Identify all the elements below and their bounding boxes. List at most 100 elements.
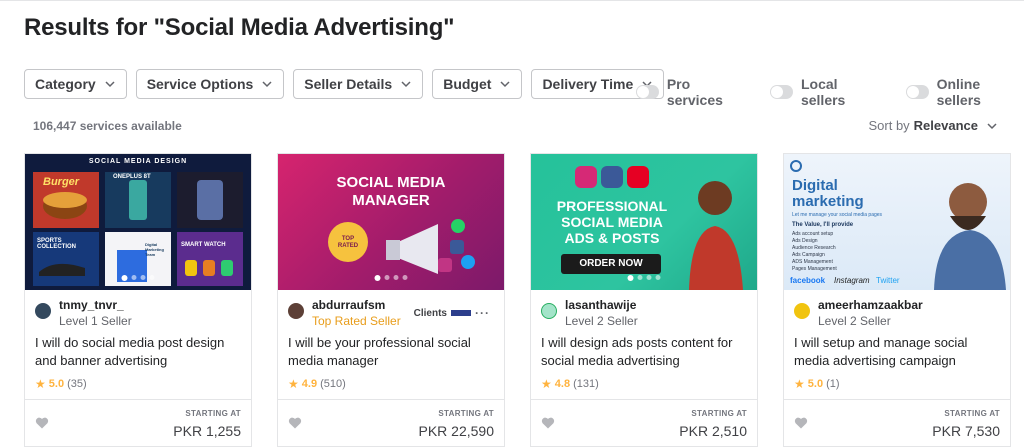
- thumb-text: TOP: [341, 236, 355, 242]
- gig-thumbnail[interactable]: SOCIAL MEDIA DESIGN Burger ONEPLUS 8T SP…: [25, 154, 251, 290]
- heart-icon[interactable]: [35, 416, 49, 430]
- gig-card[interactable]: Digital marketing Let me manage your soc…: [783, 153, 1011, 447]
- star-icon: ★: [541, 377, 552, 391]
- seller-info: abdurraufsm Top Rated Seller: [288, 298, 401, 328]
- star-icon: ★: [35, 377, 46, 391]
- seller-info: lasanthawije Level 2 Seller: [541, 298, 638, 328]
- rating-value: 4.8: [554, 378, 571, 390]
- thumb-text: Audience Research: [792, 245, 836, 251]
- clients-label: Clients: [413, 307, 447, 319]
- gig-footer: STARTING AT PKR 2,510: [531, 399, 757, 447]
- gig-title[interactable]: I will design ads posts content for soci…: [541, 334, 746, 370]
- thumb-text: ORDER NOW: [579, 258, 643, 269]
- carousel-dots[interactable]: [121, 275, 155, 281]
- sort-value: Relevance: [913, 118, 978, 133]
- heart-icon[interactable]: [794, 416, 808, 430]
- thumb-text: ADS Management: [792, 259, 833, 265]
- filter-label: Delivery Time: [542, 76, 634, 92]
- rating-value: 5.0: [48, 378, 65, 390]
- gig-rating: ★ 4.9 (510): [288, 377, 346, 391]
- filter-service-options[interactable]: Service Options: [135, 69, 285, 99]
- more-icon[interactable]: ···: [475, 306, 490, 320]
- heart-icon[interactable]: [541, 416, 555, 430]
- sort-dropdown[interactable]: Sort by Relevance: [868, 118, 998, 133]
- chevron-down-icon: [401, 81, 411, 88]
- toggle-local-sellers[interactable]: Local sellers: [770, 76, 882, 108]
- toggle-online-sellers[interactable]: Online sellers: [905, 76, 1024, 108]
- heart-icon[interactable]: [288, 416, 302, 430]
- carousel-dots[interactable]: [627, 275, 661, 281]
- rating-value: 4.9: [301, 378, 318, 390]
- gig-card[interactable]: SOCIAL MEDIA DESIGN Burger ONEPLUS 8T SP…: [24, 153, 252, 447]
- rating-value: 5.0: [807, 378, 824, 390]
- seller-name[interactable]: abdurraufsm: [312, 298, 401, 312]
- gig-price[interactable]: PKR 7,530: [932, 423, 1000, 439]
- filter-label: Seller Details: [304, 76, 393, 92]
- gig-title[interactable]: I will do social media post design and b…: [35, 334, 240, 370]
- gig-title[interactable]: I will setup and manage social media adv…: [794, 334, 999, 370]
- seller-level: Top Rated Seller: [312, 314, 401, 328]
- toggle-group: Pro services Local sellers Online seller…: [636, 76, 1024, 108]
- gig-footer: STARTING AT PKR 7,530: [784, 399, 1010, 447]
- thumb-text: ADS & POSTS: [564, 230, 660, 246]
- thumb-header: SOCIAL MEDIA DESIGN: [88, 158, 188, 165]
- seller-info: tnmy_tnvr_ Level 1 Seller: [35, 298, 132, 328]
- thumb-text: Instagram: [834, 276, 870, 285]
- avatar[interactable]: [794, 303, 810, 319]
- filter-category[interactable]: Category: [24, 69, 127, 99]
- review-count: (510): [320, 378, 346, 390]
- thumb-text: Digital: [792, 177, 838, 194]
- gig-price[interactable]: PKR 22,590: [419, 423, 495, 439]
- gig-card[interactable]: SOCIAL MEDIA MANAGER TOP RATED abdurrauf…: [277, 153, 505, 447]
- gig-price[interactable]: PKR 1,255: [173, 423, 241, 439]
- toggle-switch[interactable]: [905, 85, 929, 99]
- review-count: (35): [67, 378, 87, 390]
- filter-bar: Category Service Options Seller Details …: [24, 69, 665, 99]
- thumb-text: SMART WATCH: [181, 242, 226, 248]
- top-divider: [0, 0, 1024, 1]
- seller-name[interactable]: tnmy_tnvr_: [59, 298, 132, 312]
- thumb-text: Ads Campaign: [792, 252, 825, 258]
- thumb-text: Digital Marketing Team: [145, 242, 164, 257]
- chevron-down-icon: [105, 81, 115, 88]
- thumb-text: Let me manage your social media pages: [792, 212, 883, 218]
- seller-name[interactable]: lasanthawije: [565, 298, 638, 312]
- thumb-text: Ads account setup: [792, 231, 834, 237]
- star-icon: ★: [794, 377, 805, 391]
- seller-name[interactable]: ameerhamzaakbar: [818, 298, 923, 312]
- gig-grid: SOCIAL MEDIA DESIGN Burger ONEPLUS 8T SP…: [24, 153, 1011, 447]
- avatar[interactable]: [288, 303, 304, 319]
- filter-budget[interactable]: Budget: [432, 69, 523, 99]
- gig-thumbnail[interactable]: PROFESSIONAL SOCIAL MEDIA ADS & POSTS OR…: [531, 154, 757, 290]
- gig-price[interactable]: PKR 2,510: [679, 423, 747, 439]
- thumb-text: Burger: [43, 176, 80, 188]
- starting-at-label: STARTING AT: [438, 409, 494, 418]
- gig-title[interactable]: I will be your professional social media…: [288, 334, 493, 370]
- starting-at-label: STARTING AT: [691, 409, 747, 418]
- toggle-label: Local sellers: [800, 76, 846, 108]
- seller-info: ameerhamzaakbar Level 2 Seller: [794, 298, 923, 328]
- seller-level: Level 2 Seller: [818, 314, 891, 328]
- seller-level: Level 2 Seller: [565, 314, 638, 328]
- avatar[interactable]: [541, 303, 557, 319]
- thumb-text: MANAGER: [352, 192, 430, 209]
- avatar[interactable]: [35, 303, 51, 319]
- gig-card[interactable]: PROFESSIONAL SOCIAL MEDIA ADS & POSTS OR…: [530, 153, 758, 447]
- toggle-switch[interactable]: [636, 85, 659, 99]
- thumb-text: PROFESSIONAL: [556, 198, 668, 214]
- clients-badge[interactable]: Clients ···: [414, 306, 490, 320]
- gig-rating: ★ 4.8 (131): [541, 377, 599, 391]
- toggle-label: Pro services: [666, 76, 723, 108]
- thumb-text: Ads Design: [792, 238, 818, 244]
- chevron-down-icon: [500, 81, 510, 88]
- review-count: (131): [573, 378, 599, 390]
- filter-label: Category: [35, 76, 96, 92]
- filter-seller-details[interactable]: Seller Details: [293, 69, 424, 99]
- gig-thumbnail[interactable]: SOCIAL MEDIA MANAGER TOP RATED: [278, 154, 504, 290]
- gig-thumbnail[interactable]: Digital marketing Let me manage your soc…: [784, 154, 1010, 290]
- carousel-dots[interactable]: [374, 275, 408, 281]
- toggle-pro-services[interactable]: Pro services: [636, 76, 746, 108]
- toggle-switch[interactable]: [770, 85, 793, 99]
- thumb-text: SPORTS COLLECTION: [37, 238, 76, 250]
- filter-label: Budget: [443, 76, 492, 92]
